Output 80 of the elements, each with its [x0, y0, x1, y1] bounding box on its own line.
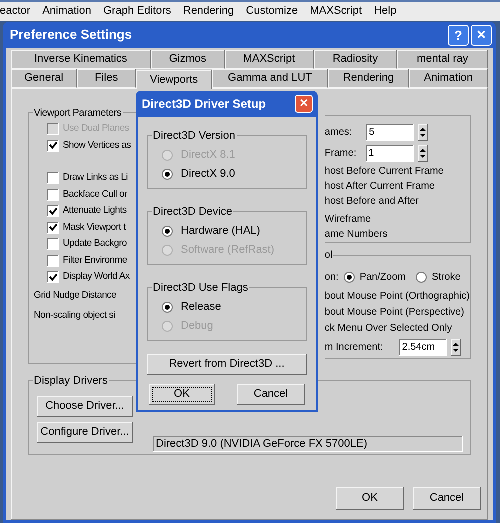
radio-label: Stroke: [432, 270, 461, 284]
ok-button[interactable]: OK: [336, 487, 404, 510]
option-label: bout Mouse Point (Perspective): [324, 306, 464, 320]
tab[interactable]: Rendering: [328, 69, 410, 88]
radio-label: DirectX 9.0: [181, 166, 236, 182]
spinner-arrows-icon[interactable]: [451, 339, 462, 356]
tab[interactable]: General: [11, 69, 78, 88]
checkbox[interactable]: [47, 238, 59, 250]
choose-driver-button[interactable]: Choose Driver...: [37, 396, 133, 417]
tab[interactable]: MAXScript: [224, 50, 314, 69]
cancel-button[interactable]: Cancel: [413, 487, 481, 510]
radio-button[interactable]: [416, 272, 427, 282]
menu-item[interactable]: Help: [374, 3, 397, 20]
option-label: bout Mouse Point (Orthographic): [324, 290, 470, 304]
group-title: Display Drivers: [33, 373, 109, 390]
group-title: Viewport Parameters: [33, 106, 122, 121]
tab[interactable]: mental ray: [397, 50, 488, 69]
field-label: Frame:: [324, 147, 357, 161]
field-label: Grid Nudge Distance: [34, 288, 118, 302]
field-label: ames:: [324, 126, 352, 140]
radio-button[interactable]: [162, 168, 173, 180]
radio-label: Pan/Zoom: [360, 270, 406, 284]
radio-button[interactable]: [344, 272, 355, 282]
checkbox-label: Backface Cull or: [63, 188, 128, 202]
tab[interactable]: Viewports: [136, 70, 212, 89]
number-field[interactable]: 1: [366, 145, 414, 162]
option-label: host Before and After: [324, 195, 419, 209]
number-field[interactable]: 2.54cm: [399, 339, 448, 356]
help-button[interactable]: ?: [448, 24, 469, 46]
option-label: ame Numbers: [324, 228, 388, 242]
spinner-arrows-icon[interactable]: [418, 124, 428, 141]
option-label: host Before Current Frame: [324, 165, 444, 179]
menu-item[interactable]: eactor: [0, 3, 31, 20]
checkbox-label: Show Vertices as: [63, 138, 132, 153]
close-button[interactable]: ✕: [295, 95, 313, 113]
menu-item[interactable]: Customize: [246, 3, 298, 20]
field-label: Non-scaling object si: [34, 308, 116, 322]
field-label: on:: [324, 270, 339, 284]
group-title: Direct3D Use Flags: [152, 280, 250, 296]
checkbox-label: Draw Links as Li: [63, 171, 128, 186]
window-title: Preference Settings: [10, 26, 132, 44]
dialog-title: Direct3D Driver Setup: [142, 96, 266, 113]
option-label: Wireframe: [324, 213, 372, 227]
checkbox-label: Filter Environme: [63, 254, 128, 268]
option-label: ck Menu Over Selected Only: [324, 322, 452, 336]
checkbox-label: Mask Viewport t: [63, 220, 126, 235]
menu-item[interactable]: MAXScript: [310, 3, 362, 20]
checkbox[interactable]: [47, 172, 59, 184]
checkbox-label: Update Backgro: [63, 237, 127, 252]
radio-button[interactable]: [162, 226, 173, 236]
tab[interactable]: Inverse Kinematics: [11, 50, 151, 69]
tab[interactable]: Gamma and LUT: [212, 69, 328, 88]
checkbox-label: Attenuate Lights: [63, 204, 127, 218]
checkbox[interactable]: [47, 188, 59, 201]
checkbox[interactable]: [47, 205, 59, 218]
tab[interactable]: Gizmos: [150, 50, 225, 69]
menu-item[interactable]: Graph Editors: [104, 3, 172, 20]
radio-label: Hardware (HAL): [181, 224, 260, 239]
tab[interactable]: Files: [77, 69, 136, 88]
number-field[interactable]: 5: [366, 124, 414, 141]
driver-field: Direct3D 9.0 (NVIDIA GeForce FX 5700LE): [153, 436, 463, 452]
configure-driver-button[interactable]: Configure Driver...: [37, 422, 133, 443]
field-label: m Increment:: [324, 341, 384, 355]
checkbox[interactable]: [47, 271, 59, 284]
checkbox[interactable]: [47, 254, 59, 267]
radio-label: Release: [181, 300, 222, 315]
close-button[interactable]: ✕: [471, 24, 492, 46]
menu-item[interactable]: Rendering: [183, 3, 234, 20]
option-label: host After Current Frame: [324, 180, 435, 194]
revert-button[interactable]: Revert from Direct3D ...: [147, 354, 307, 375]
checkbox[interactable]: [47, 222, 59, 234]
checkbox[interactable]: [47, 140, 59, 152]
cancel-button[interactable]: Cancel: [237, 384, 305, 405]
tab[interactable]: Radiosity: [314, 50, 398, 69]
radio-button[interactable]: [162, 302, 173, 312]
menu-item[interactable]: Animation: [42, 3, 92, 20]
spinner-arrows-icon[interactable]: [418, 145, 428, 162]
ok-button[interactable]: OK: [149, 384, 215, 405]
checkbox-label: Display World Ax: [63, 270, 130, 284]
tab[interactable]: Animation: [409, 69, 488, 88]
